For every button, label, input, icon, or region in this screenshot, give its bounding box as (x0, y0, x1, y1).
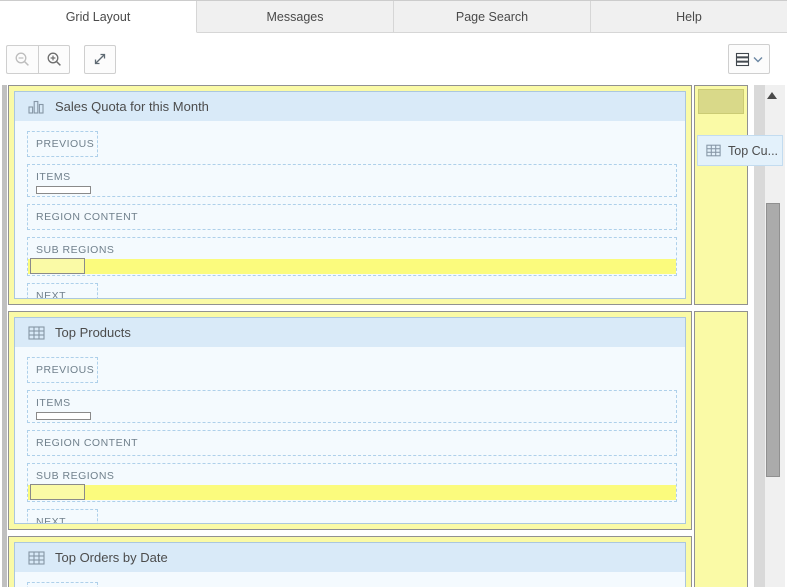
region-sales-quota[interactable]: Sales Quota for this Month PREVIOUS ITEM… (14, 91, 686, 299)
zone-label: PREVIOUS (36, 138, 89, 150)
table-icon (28, 551, 45, 565)
zone-label: SUB REGIONS (28, 244, 676, 256)
zone-label: REGION CONTENT (36, 211, 668, 223)
grid-layout-canvas: Sales Quota for this Month PREVIOUS ITEM… (0, 85, 787, 587)
chevron-down-icon (753, 56, 763, 63)
sub-region-placeholder[interactable] (30, 258, 85, 274)
tab-messages[interactable]: Messages (197, 1, 394, 33)
zone-label: ITEMS (36, 171, 668, 183)
page-edge-strip (2, 85, 7, 587)
region-body: PREVIOUS ITEMS REGION CONTENT SUB REGION… (15, 347, 685, 524)
grid-cell: Top Products PREVIOUS ITEMS REGION CONTE… (8, 311, 692, 530)
page-item-placeholder[interactable] (36, 186, 91, 194)
region-top-orders-by-date[interactable]: Top Orders by Date PREVIOUS (14, 542, 686, 587)
sub-regions-drop-zone[interactable]: SUB REGIONS (27, 463, 677, 502)
tab-bar: Grid Layout Messages Page Search Help (0, 0, 787, 33)
items-drop-zone[interactable]: ITEMS (27, 390, 677, 423)
previous-drop-zone[interactable]: PREVIOUS (27, 582, 98, 587)
region-title: Top Products (55, 325, 131, 340)
sub-region-placeholder[interactable] (30, 484, 85, 500)
grid-cell: Top Orders by Date PREVIOUS (8, 536, 692, 587)
tab-help[interactable]: Help (591, 1, 787, 33)
tab-page-search[interactable]: Page Search (394, 1, 591, 33)
table-icon (706, 144, 721, 157)
region-title: Top Orders by Date (55, 550, 168, 565)
stacked-rows-icon (735, 52, 750, 67)
sub-region-row (28, 259, 676, 274)
previous-drop-zone[interactable]: PREVIOUS (27, 131, 98, 157)
next-drop-zone[interactable]: NEXT (27, 283, 98, 299)
diagonal-expand-arrows-icon (92, 51, 108, 67)
next-drop-zone[interactable]: NEXT (27, 509, 98, 524)
region-header[interactable]: Top Products (15, 318, 685, 347)
sub-regions-drop-zone[interactable]: SUB REGIONS (27, 237, 677, 276)
region-header[interactable]: Sales Quota for this Month (15, 92, 685, 121)
zone-label: NEXT (36, 516, 89, 524)
grid-main-column: Sales Quota for this Month PREVIOUS ITEM… (8, 85, 692, 587)
region-title: Sales Quota for this Month (55, 99, 209, 114)
magnifier-minus-icon (14, 51, 31, 68)
grid-layout-toolbar (0, 33, 787, 85)
region-top-customers[interactable]: Top Cu... (697, 135, 783, 166)
page-item-placeholder[interactable] (36, 412, 91, 420)
zoom-button-group (6, 45, 70, 74)
vertical-scrollbar-thumb[interactable] (766, 203, 780, 477)
region-title: Top Cu... (728, 144, 778, 158)
items-drop-zone[interactable]: ITEMS (27, 164, 677, 197)
zone-label: REGION CONTENT (36, 437, 668, 449)
zone-label: NEXT (36, 290, 89, 299)
region-top-products[interactable]: Top Products PREVIOUS ITEMS REGION CONTE… (14, 317, 686, 524)
zone-label: PREVIOUS (36, 364, 89, 376)
region-content-drop-zone[interactable]: REGION CONTENT (27, 430, 677, 456)
table-icon (28, 326, 45, 340)
region-header[interactable]: Top Orders by Date (15, 543, 685, 572)
side-region-placeholder (698, 89, 744, 114)
zone-label: ITEMS (36, 397, 668, 409)
zoom-in-button[interactable] (38, 45, 70, 74)
bar-chart-icon (28, 100, 45, 114)
previous-drop-zone[interactable]: PREVIOUS (27, 357, 98, 383)
region-content-drop-zone[interactable]: REGION CONTENT (27, 204, 677, 230)
grid-cell: Sales Quota for this Month PREVIOUS ITEM… (8, 85, 692, 305)
magnifier-plus-icon (46, 51, 63, 68)
region-body: PREVIOUS (15, 572, 685, 587)
scrollbar-up-arrow[interactable] (767, 92, 777, 99)
tab-grid-layout[interactable]: Grid Layout (0, 1, 197, 33)
grid-cell (694, 311, 748, 587)
display-options-menu-button[interactable] (728, 44, 770, 74)
zoom-out-button[interactable] (6, 45, 38, 74)
expand-button[interactable] (84, 45, 116, 74)
zone-label: SUB REGIONS (28, 470, 676, 482)
grid-cell (694, 85, 748, 305)
region-body: PREVIOUS ITEMS REGION CONTENT SUB REGION… (15, 121, 685, 299)
sub-region-row (28, 485, 676, 500)
